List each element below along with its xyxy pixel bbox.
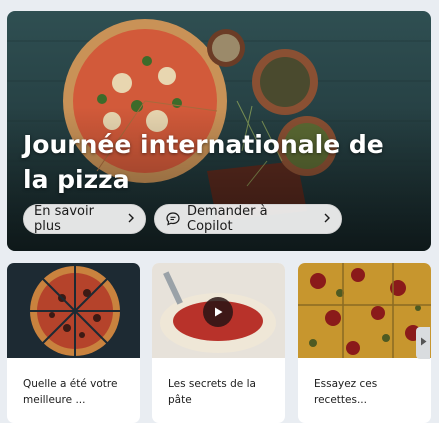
- chevron-right-icon: [127, 212, 135, 226]
- card-image-sliced-pizza: [7, 263, 140, 358]
- hero-title[interactable]: Journée internationale de la pizza: [23, 127, 413, 197]
- chevron-right-icon: [323, 212, 331, 226]
- story-card-recipes[interactable]: Essayez ces recettes...: [298, 263, 431, 423]
- next-arrow-icon: [420, 337, 427, 349]
- play-icon: [212, 303, 224, 322]
- carousel-next-button[interactable]: [416, 327, 430, 359]
- story-card-best-pizza[interactable]: Quelle a été votre meilleure ...: [7, 263, 140, 423]
- story-card-dough-secrets[interactable]: Les secrets de la pâte: [152, 263, 285, 423]
- ask-copilot-label: Demander à Copilot: [187, 204, 268, 234]
- card-caption: Quelle a été votre meilleure ...: [23, 378, 118, 406]
- learn-more-label: En savoir plus: [34, 204, 94, 234]
- learn-more-button[interactable]: En savoir plus: [23, 204, 146, 234]
- ask-copilot-button[interactable]: Demander à Copilot: [154, 204, 342, 234]
- card-image-square-pizza: [298, 263, 431, 358]
- card-caption: Essayez ces recettes...: [314, 378, 378, 406]
- card-caption: Les secrets de la pâte: [168, 378, 256, 406]
- card-image-dough-video: [152, 263, 285, 358]
- chat-bubble-icon: [165, 211, 181, 227]
- play-button[interactable]: [203, 297, 233, 327]
- hero-banner[interactable]: Journée internationale de la pizza En sa…: [7, 11, 431, 251]
